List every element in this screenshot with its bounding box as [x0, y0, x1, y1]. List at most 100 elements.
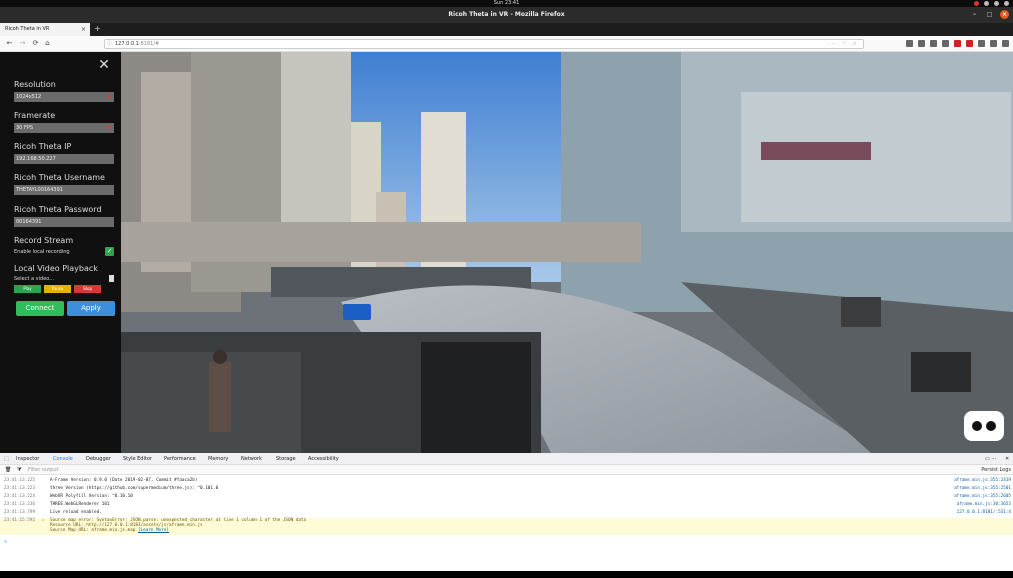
log-row: 23:41:13.236 THREE.WebGLRenderer 101 afr… — [0, 502, 1013, 510]
pick-element-icon[interactable]: ⬚ — [4, 453, 9, 465]
playback-label: Local Video Playback — [14, 264, 98, 273]
dock-icon[interactable]: ▭ ··· — [985, 453, 996, 465]
devtools-panel: ⬚ Inspector Console Debugger Style Edito… — [0, 453, 1013, 571]
resolution-value: 1024x512 — [16, 94, 42, 100]
log-source-link[interactable]: aframe.min.js:355:2605 — [954, 494, 1011, 499]
new-tab-button[interactable]: + — [94, 23, 102, 36]
navigation-bar: ← → ⟳ ⌂ ⓘ 127.0.0.1:8181/# ··· ♡ ☆ — [0, 36, 1013, 52]
vr-panorama-scene[interactable] — [121, 52, 1013, 453]
url-host: 127.0.0.1 — [115, 41, 139, 47]
log-source-link[interactable]: aframe.min.js:30:3653 — [957, 502, 1011, 507]
info-icon[interactable]: ⓘ — [107, 40, 112, 49]
menu-icon[interactable] — [1002, 40, 1009, 47]
minimize-button[interactable]: – — [970, 10, 979, 19]
log-row: 23:41:13.223 three Version (https://gith… — [0, 486, 1013, 494]
ip-field[interactable]: 192.168.50.227 — [14, 154, 114, 164]
download-icon[interactable] — [906, 40, 913, 47]
log-timestamp: 23:41:15.592 — [4, 518, 36, 523]
log-row: 23:41:13.224 WebVR Polyfill Version: ^0.… — [0, 494, 1013, 502]
play-button[interactable]: Play — [14, 285, 41, 293]
tab-title: Ricoh Theta in VR — [5, 26, 50, 32]
tab-style-editor[interactable]: Style Editor — [123, 453, 152, 465]
system-tray[interactable] — [974, 1, 1009, 6]
log-timestamp: 23:41:13.225 — [4, 478, 36, 483]
tab-inspector[interactable]: Inspector — [16, 453, 39, 465]
learn-more-link[interactable]: [Learn More] — [138, 528, 169, 533]
password-label: Ricoh Theta Password — [14, 205, 102, 214]
tab-close-icon[interactable]: × — [81, 23, 86, 36]
chevron-down-icon: ▼ — [107, 125, 111, 131]
ublock-icon[interactable] — [954, 40, 961, 47]
maximize-button[interactable]: □ — [985, 10, 994, 19]
extension-icon[interactable] — [978, 40, 985, 47]
sync-icon[interactable] — [942, 40, 949, 47]
framerate-select[interactable]: 30 FPS ▼ — [14, 123, 114, 133]
file-icon[interactable] — [109, 275, 114, 282]
connect-button[interactable]: Connect — [16, 301, 64, 316]
vr-headset-icon-lens — [986, 421, 996, 431]
forward-button[interactable]: → — [18, 39, 27, 48]
trash-icon[interactable]: 🗑 — [5, 465, 11, 475]
pause-button[interactable]: Pause — [44, 285, 71, 293]
apply-button[interactable]: Apply — [67, 301, 115, 316]
persist-logs-checkbox[interactable]: Persist Logs — [981, 465, 1011, 475]
close-devtools-icon[interactable]: ✕ — [1005, 453, 1009, 465]
record-checkbox[interactable]: ✓ — [105, 247, 114, 256]
bookmark-extension-icon[interactable] — [966, 40, 973, 47]
filter-input[interactable]: Filter output — [28, 465, 58, 475]
log-row: 23:41:13.799 Live reload enabled. 127.0.… — [0, 510, 1013, 518]
tab-storage[interactable]: Storage — [276, 453, 296, 465]
log-source-link[interactable]: 127.0.0.1:8181/:531:4 — [957, 510, 1011, 515]
jr-sign — [343, 304, 371, 320]
url-bar[interactable]: ⓘ 127.0.0.1:8181/# ··· ♡ ☆ — [104, 39, 864, 49]
log-source-link[interactable]: aframe.min.js:355:2419 — [954, 478, 1011, 483]
enter-vr-button[interactable] — [964, 411, 1004, 441]
tab-accessibility[interactable]: Accessibility — [308, 453, 339, 465]
tab-memory[interactable]: Memory — [208, 453, 228, 465]
network-icon[interactable] — [984, 1, 989, 6]
log-message: WebVR Polyfill Version: ^0.10.10 — [50, 494, 133, 499]
log-row: 23:41:13.225 A-Frame Version: 0.9.0 (Dat… — [0, 478, 1013, 486]
url-path: :8181/# — [138, 41, 160, 47]
log-message: three Version (https://github.com/superm… — [50, 486, 219, 491]
resolution-select[interactable]: 1024x512 ▼ — [14, 92, 114, 102]
home-button[interactable]: ⌂ — [43, 39, 52, 48]
username-field[interactable]: THETAYL00164391 — [14, 185, 114, 195]
tab-strip: Ricoh Theta in VR × + — [0, 23, 1013, 36]
os-top-bar: Sun 23:41 — [0, 0, 1013, 7]
browser-toolbar — [906, 40, 1009, 47]
vr-headset-icon — [972, 421, 982, 431]
password-field[interactable]: 00164391 — [14, 217, 114, 227]
warning-icon: ⚠ — [42, 518, 45, 523]
console-input[interactable]: » — [4, 539, 7, 545]
tab-ricoh-theta[interactable]: Ricoh Theta in VR × — [0, 23, 90, 36]
select-video-button[interactable]: Select a video... — [14, 276, 54, 282]
resolution-label: Resolution — [14, 80, 56, 89]
log-message: A-Frame Version: 0.9.0 (Date 2019-02-07,… — [50, 478, 198, 483]
page-actions[interactable]: ··· ♡ ☆ — [828, 40, 859, 49]
bottom-bar — [0, 571, 1013, 578]
volume-icon[interactable] — [994, 1, 999, 6]
devtools-tabs: ⬚ Inspector Console Debugger Style Edito… — [0, 453, 1013, 466]
library-icon[interactable] — [918, 40, 925, 47]
power-icon[interactable] — [1004, 1, 1009, 6]
tab-network[interactable]: Network — [241, 453, 262, 465]
notification-icon[interactable] — [974, 1, 979, 6]
username-label: Ricoh Theta Username — [14, 173, 105, 182]
log-message: THREE.WebGLRenderer 101 — [50, 502, 110, 507]
close-panel-icon[interactable]: ✕ — [97, 58, 111, 72]
sidebar-icon[interactable] — [930, 40, 937, 47]
stop-button[interactable]: Stop — [74, 285, 101, 293]
log-timestamp: 23:41:13.223 — [4, 486, 36, 491]
log-timestamp: 23:41:13.224 — [4, 494, 36, 499]
window-close-button[interactable]: × — [1000, 10, 1009, 19]
tab-performance[interactable]: Performance — [164, 453, 196, 465]
ip-label: Ricoh Theta IP — [14, 142, 72, 151]
reload-button[interactable]: ⟳ — [31, 39, 40, 48]
filter-icon[interactable]: ⧩ — [17, 465, 21, 475]
grid-icon[interactable] — [990, 40, 997, 47]
log-source-link[interactable]: aframe.min.js:355:2501 — [954, 486, 1011, 491]
tab-debugger[interactable]: Debugger — [86, 453, 111, 465]
warning-row: 23:41:15.592 ⚠ Source map error: SyntaxE… — [0, 518, 1013, 535]
back-button[interactable]: ← — [5, 39, 14, 48]
